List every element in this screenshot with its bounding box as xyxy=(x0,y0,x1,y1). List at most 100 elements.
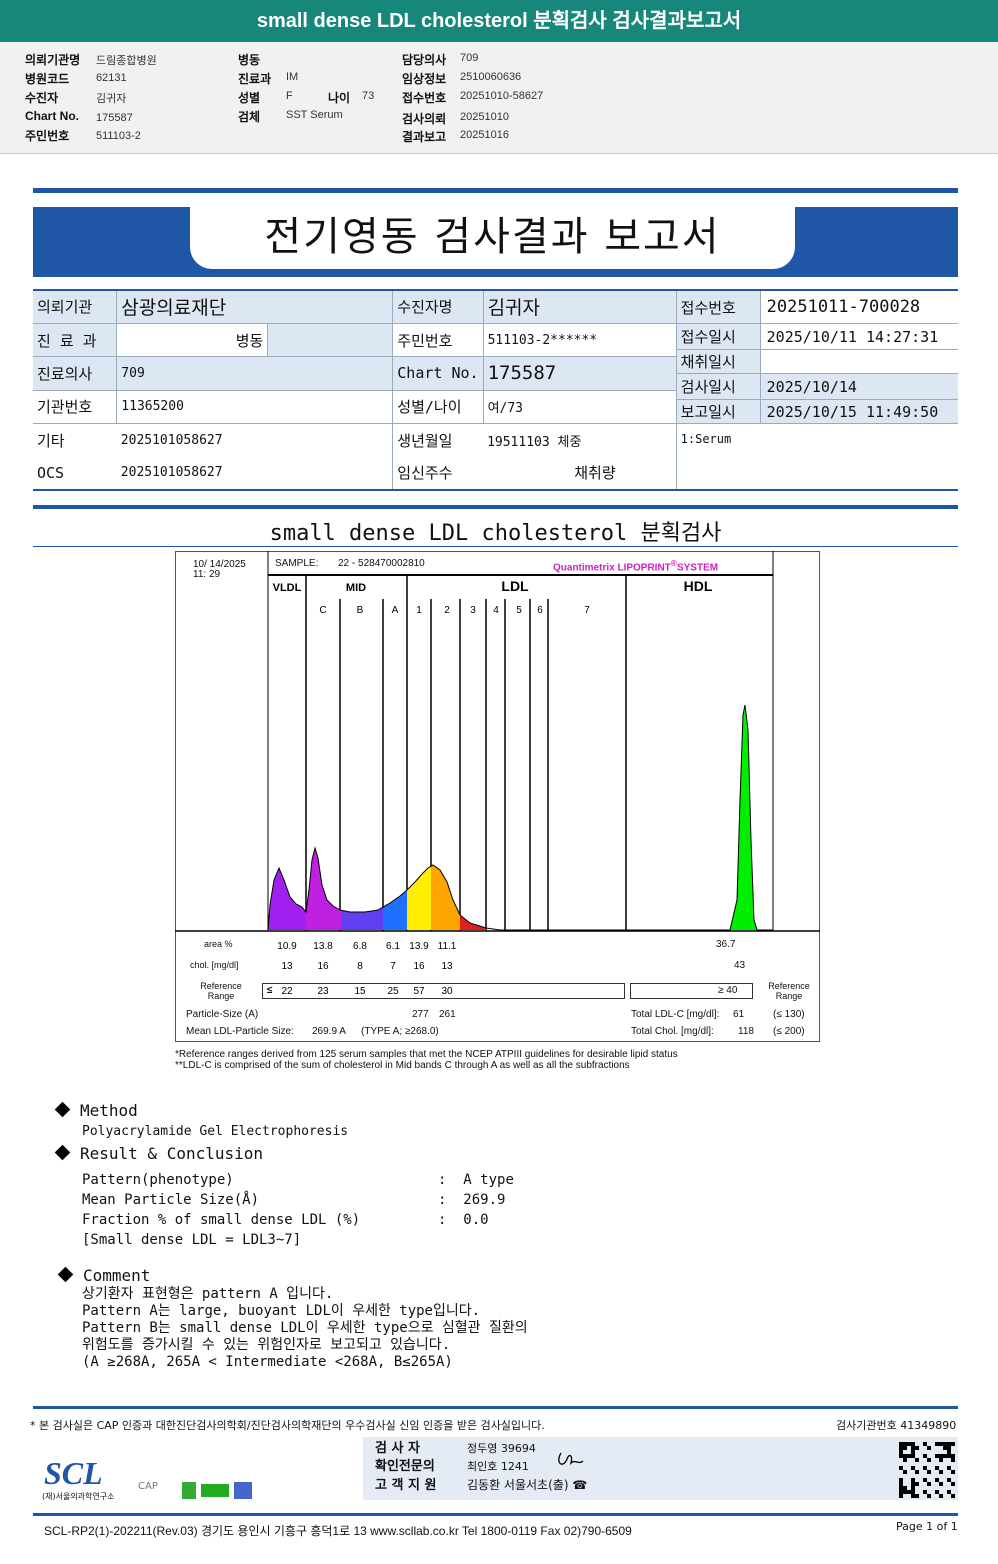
mean-label: Mean LDL-Particle Size: xyxy=(186,1026,294,1037)
info-label: 임상정보 xyxy=(402,72,447,86)
info-label: 병동 xyxy=(238,53,261,67)
band-fill-mida xyxy=(383,890,407,930)
divider xyxy=(33,505,958,509)
accreditation-logo xyxy=(182,1482,196,1499)
group-label-vldl: VLDL xyxy=(273,582,302,594)
area-value: 6.1 xyxy=(386,941,400,952)
info-value: SST Serum xyxy=(286,109,343,121)
label: OCS xyxy=(37,463,65,482)
band-fill-ldl2 xyxy=(431,865,460,930)
label: 기타 xyxy=(37,431,65,450)
band-fill-ldl1 xyxy=(407,866,431,930)
section-title: small dense LDL cholesterol 분획검사 xyxy=(33,515,958,547)
value: 2025101058627 xyxy=(120,465,223,480)
area-value: 6.8 xyxy=(353,941,367,952)
row-label: Reference Range xyxy=(768,981,810,1001)
info-value: 김귀자 xyxy=(96,93,127,105)
method-heading: Method xyxy=(54,1101,138,1120)
info-label: 병원코드 xyxy=(25,72,70,86)
info-label: 검체 xyxy=(238,110,261,124)
value: 19511103 체중 xyxy=(487,434,582,450)
receipt-dates: 접수번호 20251011-700028 접수일시 2025/10/11 14:27… xyxy=(675,290,958,424)
chol-value: 13 xyxy=(281,961,293,972)
footnote: *Reference ranges derived from 125 serum… xyxy=(175,1049,678,1060)
label: 채취일시 xyxy=(676,350,761,373)
mean-type: (TYPE A; ≥268.0) xyxy=(361,1026,439,1037)
le-sign: ≤ xyxy=(267,985,273,996)
result-list: Pattern(phenotype): A type Mean Particle… xyxy=(82,1172,514,1248)
info-value: 73 xyxy=(362,90,375,102)
band-label: 6 xyxy=(537,605,543,616)
band-label: 2 xyxy=(444,605,450,616)
info-value: IM xyxy=(286,71,299,83)
info-label: 주민번호 xyxy=(25,129,70,143)
info-label: 접수번호 xyxy=(402,91,447,105)
hdl-ref: ≥ 40 xyxy=(718,985,738,996)
divider xyxy=(33,188,958,193)
mean-size-value: 269.9 xyxy=(463,1192,506,1208)
report-title: small dense LDL cholesterol 분획검사 검사결과보고서 xyxy=(0,0,998,42)
info-label: 담당의사 xyxy=(402,53,447,67)
chol-value: 16 xyxy=(413,961,425,972)
footnote: **LDL-C is comprised of the sum of chole… xyxy=(175,1060,630,1071)
group-label-ldl: LDL xyxy=(501,578,529,594)
info-value: 20251010 xyxy=(460,111,509,123)
value: 2025101058627 xyxy=(120,432,223,448)
comment-heading: Comment xyxy=(57,1266,150,1285)
info-label: 성별 xyxy=(238,91,261,105)
label: 기관번호 xyxy=(37,398,93,417)
particle-1: 277 xyxy=(412,1009,429,1020)
cap-logo: CAP xyxy=(138,1481,158,1492)
particle-2: 261 xyxy=(439,1009,456,1020)
band-label: 4 xyxy=(493,605,499,616)
signature-block: 검 사 자 정두영 39694 확인전문의 최인호 1241 고 객 지 원 김동환 … xyxy=(363,1437,958,1500)
chol-value: 16 xyxy=(317,961,329,972)
ref-box xyxy=(262,983,625,999)
value: 511103-2****** xyxy=(482,323,677,357)
label: 생년월일 xyxy=(392,423,484,457)
label: 보고일시 xyxy=(676,400,761,423)
label: 주민번호 xyxy=(392,323,484,357)
info-label: 진료과 xyxy=(238,72,272,86)
densitogram-curve xyxy=(267,704,773,931)
label: 접수일시 xyxy=(676,324,761,349)
band-label: 5 xyxy=(516,605,522,616)
info-label: 나이 xyxy=(328,91,351,105)
area-value: 11.1 xyxy=(438,941,457,952)
value xyxy=(761,350,958,373)
diamond-icon xyxy=(54,1144,71,1161)
sdldl-value: 0.0 xyxy=(463,1212,489,1228)
band-label: A xyxy=(392,605,399,616)
mean-value: 269.9 A xyxy=(312,1026,346,1037)
value: 20251011-700028 xyxy=(766,297,921,317)
band-label: 1 xyxy=(416,605,422,616)
group-label-mid: MID xyxy=(346,582,366,594)
scl-logo: SCL xyxy=(44,1455,103,1491)
value: 2025/10/14 xyxy=(766,377,857,396)
comment-text: 상기환자 표현형은 pattern A 입니다. Pattern A는 large… xyxy=(82,1286,528,1370)
row-label: chol. [mg/dl] xyxy=(190,960,239,970)
method-text: Polyacrylamide Gel Electrophoresis xyxy=(82,1124,349,1139)
value: 2025/10/15 11:49:50 xyxy=(766,402,939,421)
label: 채취량 xyxy=(574,464,616,482)
band-fill-vldl xyxy=(268,868,306,930)
info-value: 709 xyxy=(460,52,479,64)
total-chol-ref: (≤ 200) xyxy=(773,1026,805,1037)
accreditation-logo xyxy=(234,1482,252,1499)
band-label: 3 xyxy=(470,605,476,616)
value: 병동 xyxy=(116,323,269,357)
info-value: 511103-2 xyxy=(96,130,141,142)
total-ldl-label: Total LDL-C [mg/dl]: xyxy=(631,1009,720,1020)
label: 수진자명 xyxy=(392,290,484,324)
info-label: Chart No. xyxy=(25,109,79,123)
info-label: 결과보고 xyxy=(402,130,447,144)
label: 접수번호 xyxy=(676,291,761,323)
info-value: 62131 xyxy=(96,72,127,84)
label: 의뢰기관 xyxy=(33,290,117,324)
band-fill-ldl3 xyxy=(460,915,486,930)
info-value: 175587 xyxy=(96,112,133,124)
banner-title: 전기영동 검사결과 보고서 xyxy=(190,207,795,269)
divider xyxy=(33,1513,958,1516)
info-label: 검사의뢰 xyxy=(402,112,447,126)
qr-code xyxy=(899,1442,955,1498)
